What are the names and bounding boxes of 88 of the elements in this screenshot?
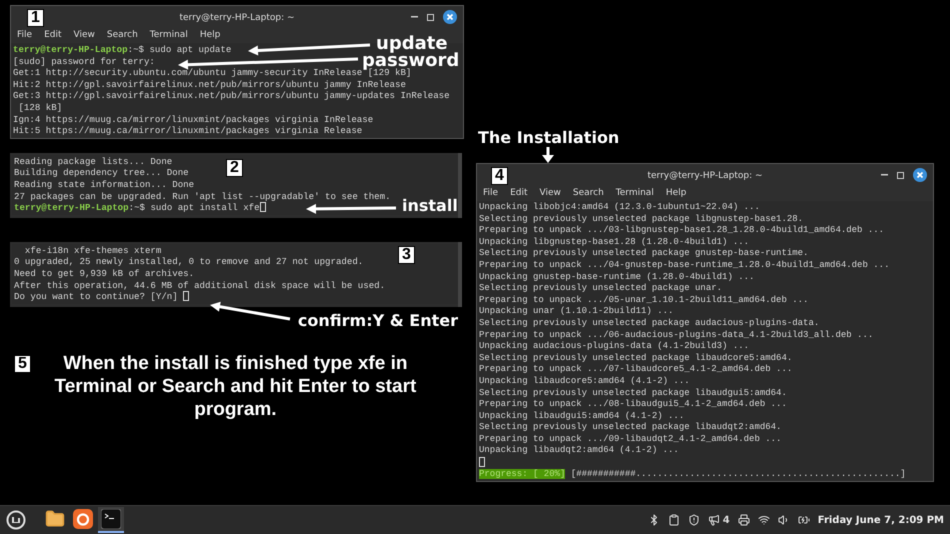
menu-icon[interactable] (6, 510, 26, 530)
browser-icon (73, 509, 93, 529)
progress-bar-text: [###########.................................................] (570, 468, 906, 479)
terminal-line: Selecting previously unselected package libaudgui5:amd64. (479, 388, 787, 398)
step-badge: 3 (398, 246, 415, 264)
step-badge: 4 (491, 167, 508, 185)
prompt-user: terry@terry-HP-Laptop (13, 44, 128, 55)
menu-item[interactable]: Terminal (616, 188, 654, 198)
terminal-line: Get:3 http://gpl.savoirfairelinux.net/pub/mirrors/ubuntu jammy-updates InRelease (13, 90, 450, 102)
terminal-line: Selecting previously unselected package libaudcore5:amd64. (479, 352, 792, 363)
terminal-icon (101, 509, 121, 529)
terminal-line: Unpacking libaudcore5:amd64 (4.1-2) ... (479, 376, 690, 386)
menu-item[interactable]: Help (200, 30, 220, 40)
minimize-icon[interactable] (881, 174, 888, 176)
terminal-line: 0 upgraded, 25 newly installed, 0 to remove and 27 not upgraded. (14, 256, 364, 268)
printer-icon[interactable] (738, 514, 750, 526)
menu-item[interactable]: Help (666, 188, 686, 198)
terminal-line: Need to get 9,939 kB of archives. (14, 268, 194, 279)
window-title: terry@terry-HP-Laptop: ~ (647, 170, 763, 180)
terminal-line: Unpacking libobjc4:amd64 (12.3.0-1ubuntu1~22.04) ... (479, 202, 760, 212)
terminal-line: Selecting previously unselected package audacious-plugins-data. (479, 318, 820, 328)
terminal-line: Selecting previously unselected package gnustep-base-runtime. (479, 248, 808, 258)
terminal-line: Reading package lists... Done (14, 156, 172, 167)
terminal-line: Reading state information... Done (14, 178, 194, 190)
callout-label: confirm:Y & Enter (298, 310, 458, 330)
terminal-line: Selecting previously unselected package unar. (479, 283, 722, 294)
terminal-line: Preparing to unpack .../04-gnustep-base-runtime_1.28.0-4build1_amd64.deb ... (479, 260, 890, 270)
close-icon[interactable] (913, 168, 927, 182)
menu-item[interactable]: View (74, 30, 95, 40)
battery-icon[interactable] (798, 514, 810, 526)
callout-label: password (362, 52, 460, 70)
step-badge: 1 (27, 9, 44, 27)
command-text: :~$ sudo apt update (128, 44, 232, 55)
step-badge: 5 (14, 354, 31, 373)
taskbar-app[interactable] (98, 507, 124, 533)
terminal-line: Hit:5 https://muug.ca/mirror/linuxmint/packages virginia Release (13, 125, 362, 136)
menu-item[interactable]: Terminal (150, 30, 188, 40)
terminal-line: [128 kB] (17, 102, 62, 113)
folder-icon (45, 509, 65, 529)
terminal-line: 27 packages can be upgraded. Run 'apt list --upgradable' to see them. (14, 190, 391, 202)
section-heading: The Installation (478, 128, 620, 147)
maximize-icon[interactable] (427, 14, 434, 20)
clipboard-icon[interactable] (668, 514, 680, 526)
terminal-line: Building dependency tree... Done (14, 167, 189, 178)
terminal-line: Selecting previously unselected package libgnustep-base1.28. (479, 214, 804, 224)
close-icon[interactable] (443, 10, 457, 24)
terminal-line: After this operation, 44.6 MB of additional disk space will be used. (14, 280, 386, 290)
command-text: :~$ sudo apt install xfe (128, 202, 260, 214)
menu-item[interactable]: Edit (44, 30, 62, 40)
terminal-line: Unpacking audacious-plugins-data (4.1-2build3) ... (479, 341, 750, 352)
menu-item[interactable]: File (483, 188, 498, 198)
command-text: Do you want to continue? [Y/n] (14, 291, 179, 302)
terminal-line: Unpacking unar (1.10.1-2build11) ... (479, 306, 674, 316)
menu-item[interactable]: Search (106, 30, 138, 40)
terminal-line: [sudo] password for terry: (13, 56, 155, 67)
menu-item[interactable]: View (540, 188, 561, 198)
progress-label: Progress: [ 20%] (479, 468, 566, 479)
window-title: terry@terry-HP-Laptop: ~ (179, 12, 295, 22)
terminal-line: Hit:2 http://gpl.savoirfairelinux.net/pub/mirrors/ubuntu jammy InRelease (13, 78, 406, 90)
callout-label: update (376, 35, 448, 53)
down-arrow-icon (542, 147, 554, 163)
terminal-line: xfe-i18n xfe-themes xterm (24, 244, 162, 256)
terminal-line: Unpacking libaudgui5:amd64 (4.1-2) ... (479, 410, 684, 421)
terminal-line: Preparing to unpack .../06-audacious-plugins-data_4.1-2build3_all.deb ... (479, 330, 874, 340)
notification-count: 4 (722, 514, 730, 526)
terminal-line: Unpacking libgnustep-base1.28 (1.28.0-4build1) ... (479, 236, 750, 247)
menu-item[interactable]: Edit (510, 188, 528, 198)
clock[interactable]: Friday June 7, 2:09 PM (818, 514, 944, 526)
terminal-line: Selecting previously unselected package libaudqt2:amd64. (479, 422, 782, 432)
maximize-icon[interactable] (897, 172, 904, 178)
terminal-line: Preparing to unpack .../03-libgnustep-base1.28_1.28.0-4build1_amd64.deb ... (479, 225, 884, 236)
terminal-line: Ign:4 https://muug.ca/mirror/linuxmint/packages virginia InRelease (13, 114, 374, 125)
volume-icon[interactable] (778, 514, 790, 526)
prompt-user: terry@terry-HP-Laptop (14, 202, 129, 214)
terminal-line: Unpacking gnustep-base-runtime (1.28.0-4build1) ... (479, 272, 754, 282)
terminal-line: Preparing to unpack .../09-libaudqt2_4.1-2_amd64.deb ... (479, 434, 782, 444)
minimize-icon[interactable] (411, 16, 418, 18)
instruction-text: When the install is finished type xfe in Terminal or Search and hit Enter to start program. (54, 352, 418, 421)
terminal-line: Preparing to unpack .../08-libaudgui5_4.1-2_amd64.deb ... (479, 399, 787, 410)
notification-icon[interactable] (708, 514, 720, 526)
callout-label: install (402, 198, 458, 214)
terminal-line: Preparing to unpack .../07-libaudcore5_4.1-2_amd64.deb ... (479, 364, 792, 374)
shield-icon[interactable] (688, 514, 700, 526)
menu-item[interactable]: File (17, 30, 32, 40)
menu-item[interactable]: Search (572, 188, 604, 198)
step-badge: 2 (226, 158, 243, 177)
terminal-line: Preparing to unpack .../05-unar_1.10.1-2build11_amd64.deb ... (479, 294, 808, 305)
terminal-line: Unpacking libaudqt2:amd64 (4.1-2) ... (479, 445, 679, 456)
